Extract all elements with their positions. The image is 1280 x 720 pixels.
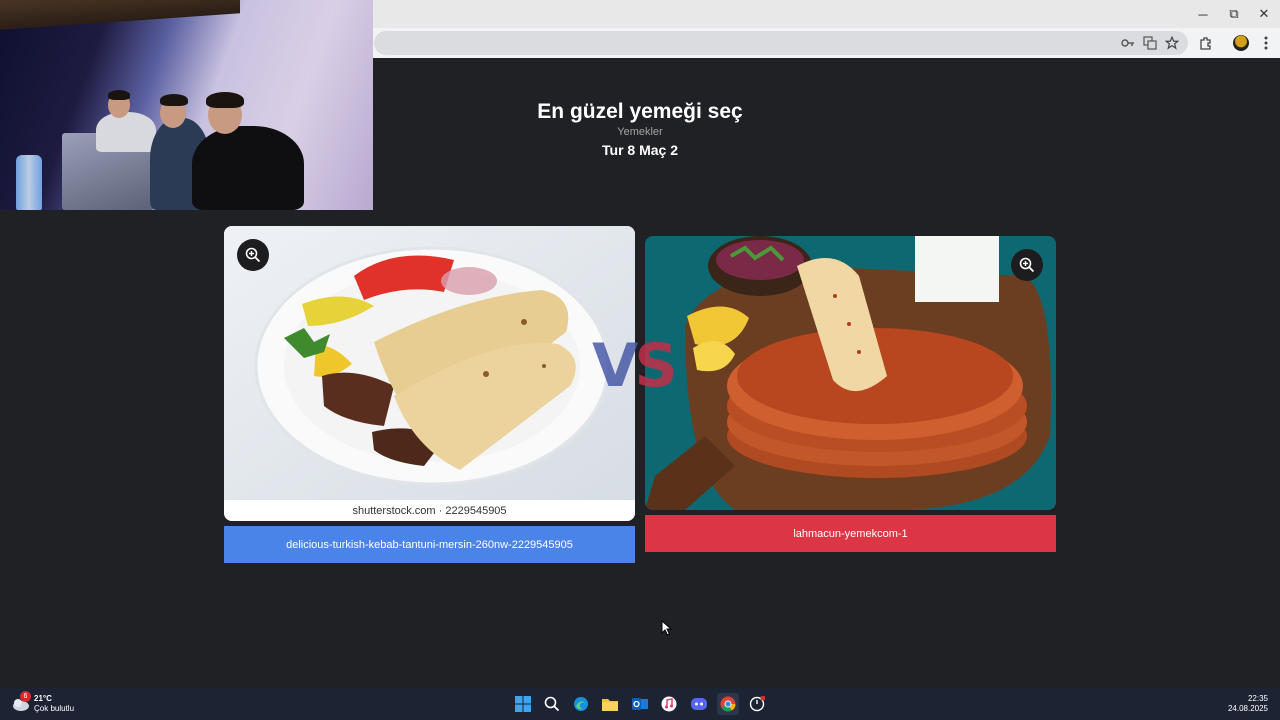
close-button[interactable]: ✕ <box>1249 0 1279 28</box>
water-bottle <box>16 155 42 210</box>
bookmark-star-icon[interactable] <box>1164 35 1180 51</box>
discord-icon[interactable] <box>688 693 710 715</box>
weather-temperature: 21°C <box>34 694 52 703</box>
minimize-icon: ─ <box>1198 6 1208 22</box>
minimize-button[interactable]: ─ <box>1188 0 1218 28</box>
round-match-label: Tur 8 Maç 2 <box>602 142 678 158</box>
weather-badge: 6 <box>20 691 31 702</box>
password-key-icon[interactable] <box>1120 35 1136 51</box>
left-choice-button[interactable]: delicious-turkish-kebab-tantuni-mersin-2… <box>224 526 635 563</box>
restore-button[interactable]: ⧉ <box>1219 0 1249 28</box>
category-subtitle: Yemekler <box>617 126 663 138</box>
screen: ─ ⧉ ✕ En güzel yemeği seç Yemekler Tur 8… <box>0 0 1280 720</box>
weather-description: Çok bulutlu <box>34 704 75 713</box>
outlook-icon[interactable] <box>629 693 651 715</box>
left-choice-image[interactable]: shutterstock.com · 2229545905 <box>224 226 635 521</box>
right-choice-button[interactable]: lahmacun-yemekcom-1 <box>645 515 1056 552</box>
translate-icon[interactable] <box>1142 35 1158 51</box>
versus-v: V <box>592 331 638 401</box>
chrome-icon[interactable] <box>717 693 739 715</box>
right-zoom-button[interactable] <box>1011 249 1043 281</box>
left-zoom-button[interactable] <box>237 239 269 271</box>
mouse-cursor-icon <box>661 620 673 636</box>
page-title: En güzel yemeği seç <box>537 100 743 123</box>
search-icon[interactable] <box>541 693 563 715</box>
zoom-in-icon <box>1019 257 1035 273</box>
address-bar[interactable] <box>374 31 1188 55</box>
versus-s: S <box>634 331 677 401</box>
tantuni-photo <box>224 226 635 500</box>
clock-date[interactable]: 24.08.2025 <box>1200 704 1268 713</box>
clock-time[interactable]: 22:35 <box>1200 694 1268 703</box>
webcam-overlay <box>0 0 373 210</box>
edge-icon[interactable] <box>570 693 592 715</box>
versus-label: VS <box>592 336 678 396</box>
lahmacun-photo <box>645 236 1056 510</box>
music-icon[interactable] <box>658 693 680 715</box>
profile-avatar[interactable] <box>1233 35 1249 51</box>
weather-widget[interactable]: 6 <box>11 691 31 711</box>
zoom-in-icon <box>245 247 261 263</box>
file-explorer-icon[interactable] <box>599 693 621 715</box>
windows-start-icon[interactable] <box>512 693 534 715</box>
restore-icon: ⧉ <box>1229 6 1239 21</box>
image-watermark: shutterstock.com · 2229545905 <box>224 500 635 521</box>
close-icon: ✕ <box>1258 6 1270 21</box>
menu-dots-icon[interactable] <box>1255 32 1277 54</box>
right-choice-image[interactable] <box>645 236 1056 510</box>
extensions-icon[interactable] <box>1195 32 1217 54</box>
windows-taskbar: 6 21°C Çok bulutlu 22:35 24.08.2025 <box>0 688 1280 720</box>
app-badge-icon[interactable] <box>746 693 768 715</box>
